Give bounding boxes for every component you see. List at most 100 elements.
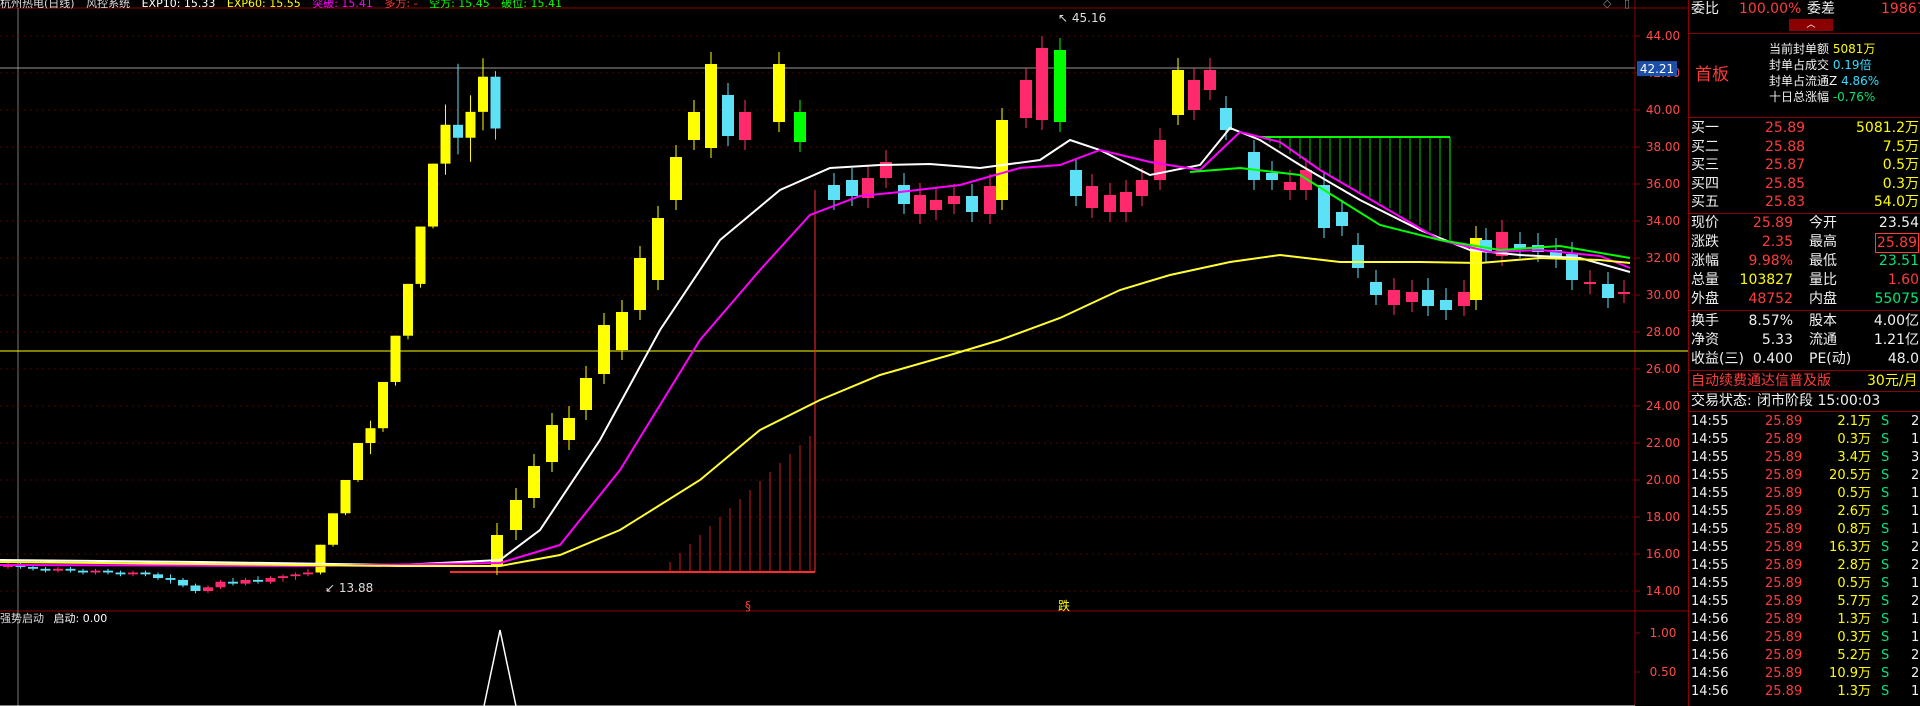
- candle-body: [580, 378, 592, 410]
- promo-price[interactable]: 30元/月: [1867, 372, 1918, 390]
- candle-body: [78, 570, 88, 573]
- kline-chart[interactable]: 44.0042.0040.0038.0036.0034.0032.0030.00…: [0, 0, 1688, 706]
- price-axis-label: 40.00: [1646, 103, 1680, 117]
- price-axis-label: 36.00: [1646, 177, 1680, 191]
- fund-value: 1.21亿: [1873, 332, 1919, 348]
- candle-body: [1204, 70, 1216, 90]
- system-name[interactable]: 风控系统: [86, 0, 130, 10]
- seal-row: 封单占成交 0.19倍: [1769, 58, 1872, 72]
- bid-price[interactable]: 25.89: [1765, 119, 1805, 137]
- tick-row: 14:55 25.89 2.8万 S 2: [1689, 557, 1920, 575]
- bid-price[interactable]: 25.85: [1765, 175, 1805, 193]
- promo-text[interactable]: 自动续费通达信普及版: [1691, 372, 1831, 390]
- fund-row: 换手 8.57% 股本 4.00亿: [1689, 312, 1920, 330]
- candle-body: [930, 200, 942, 210]
- tick-price: 25.89: [1765, 414, 1803, 429]
- promo-row[interactable]: 自动续费通达信普及版 30元/月: [1689, 372, 1920, 390]
- settings-icon[interactable]: ◇: [1603, 0, 1611, 10]
- price-axis-label: 24.00: [1646, 399, 1680, 413]
- tick-side: S: [1881, 576, 1890, 591]
- tick-row: 14:55 25.89 0.3万 S 1: [1689, 431, 1920, 449]
- signal-marker: §: [745, 599, 751, 613]
- tick-row: 14:56 25.89 0.3万 S 1: [1689, 629, 1920, 647]
- candle-body: [278, 576, 288, 579]
- expand-icon[interactable]: ▯: [1624, 0, 1630, 10]
- candle-body: [546, 425, 558, 462]
- bid-label: 买五: [1691, 194, 1719, 210]
- tick-count: 2: [1911, 468, 1920, 483]
- fund-label: 股本: [1809, 313, 1837, 329]
- bid-volume: 0.3万: [1882, 175, 1919, 192]
- tick-time: 14:55: [1691, 414, 1729, 429]
- fund-label: 流通: [1809, 332, 1837, 348]
- tick-count: 2: [1911, 594, 1920, 609]
- quote-label: 最高: [1809, 234, 1837, 250]
- tick-price: 25.89: [1765, 666, 1803, 681]
- candle-body: [996, 120, 1008, 200]
- quote-value: 25.89: [1752, 215, 1793, 231]
- quote-panel: 委比 100.00% 委差 19867 ︿ 首板 当前封单额 5081万 封单占…: [1688, 0, 1920, 706]
- tick-time: 14:55: [1691, 486, 1729, 501]
- tick-volume: 0.8万: [1837, 522, 1871, 537]
- tick-side: S: [1881, 414, 1890, 429]
- tick-time: 14:55: [1691, 594, 1729, 609]
- candle-body: [328, 513, 338, 545]
- bid-row: 买三 25.87 0.5万: [1689, 156, 1920, 174]
- tick-row: 14:55 25.89 16.3万 S 2: [1689, 539, 1920, 557]
- tick-time: 14:56: [1691, 666, 1729, 681]
- quote-label: 外盘: [1691, 291, 1719, 307]
- indicator-name[interactable]: 强势启动: [0, 612, 44, 625]
- candle-body: [1370, 282, 1382, 295]
- bid-price[interactable]: 25.87: [1765, 156, 1805, 174]
- candle-body: [1336, 212, 1348, 226]
- indicator-axis-label: 1.00: [1650, 626, 1677, 640]
- candle-body: [1188, 80, 1200, 110]
- tick-volume: 0.3万: [1837, 432, 1871, 447]
- tick-count: 2: [1911, 666, 1920, 681]
- bid-price[interactable]: 25.88: [1765, 138, 1805, 156]
- tick-price: 25.89: [1765, 576, 1803, 591]
- tick-volume: 5.7万: [1837, 594, 1871, 609]
- tick-row: 14:55 25.89 2.6万 S 1: [1689, 503, 1920, 521]
- quote-label: 最低: [1809, 253, 1837, 269]
- exp10-value: EXP10: 15.33: [141, 0, 216, 10]
- candle-body: [688, 112, 700, 140]
- tick-row: 14:55 25.89 0.5万 S 1: [1689, 575, 1920, 593]
- tick-price: 25.89: [1765, 558, 1803, 573]
- candle-body: [303, 572, 313, 575]
- tick-price: 25.89: [1765, 504, 1803, 519]
- candle-body: [1266, 173, 1278, 180]
- tick-time: 14:56: [1691, 630, 1729, 645]
- candle-body: [705, 64, 717, 148]
- tick-time: 14:56: [1691, 648, 1729, 663]
- tick-price: 25.89: [1765, 684, 1803, 699]
- fund-label: PE(动): [1809, 351, 1852, 367]
- quote-value: 48752: [1748, 291, 1793, 307]
- bid-price[interactable]: 25.83: [1765, 193, 1805, 211]
- price-axis-label: 14.00: [1646, 584, 1680, 598]
- kline-chart-area[interactable]: 44.0042.0040.0038.0036.0034.0032.0030.00…: [0, 0, 1688, 706]
- exp60-value: EXP60: 15.55: [226, 0, 301, 10]
- quote-value: 25.89: [1874, 233, 1919, 253]
- candle-body: [828, 185, 840, 200]
- tick-volume: 10.9万: [1829, 666, 1871, 681]
- tick-price: 25.89: [1765, 468, 1803, 483]
- tick-side: S: [1881, 666, 1890, 681]
- price-axis-label: 22.00: [1646, 436, 1680, 450]
- tick-volume: 5.2万: [1837, 648, 1871, 663]
- candle-body: [846, 180, 858, 196]
- bid-volume: 5081.2万: [1856, 120, 1919, 136]
- candle-body: [340, 480, 351, 514]
- candle-body: [215, 581, 226, 588]
- candle-body: [1300, 170, 1312, 190]
- price-axis-label: 34.00: [1646, 214, 1680, 228]
- stock-title[interactable]: 杭州热电(日线): [0, 0, 75, 10]
- fund-label: 收益(三): [1691, 351, 1744, 367]
- tick-count: 2: [1911, 648, 1920, 663]
- price-axis-label: 44.00: [1646, 29, 1680, 43]
- quote-label: 量比: [1809, 272, 1837, 288]
- collapse-up-icon[interactable]: ︿: [1789, 19, 1833, 31]
- tick-side: S: [1881, 432, 1890, 447]
- bid-label: 买一: [1691, 120, 1719, 136]
- candle-body: [794, 112, 806, 142]
